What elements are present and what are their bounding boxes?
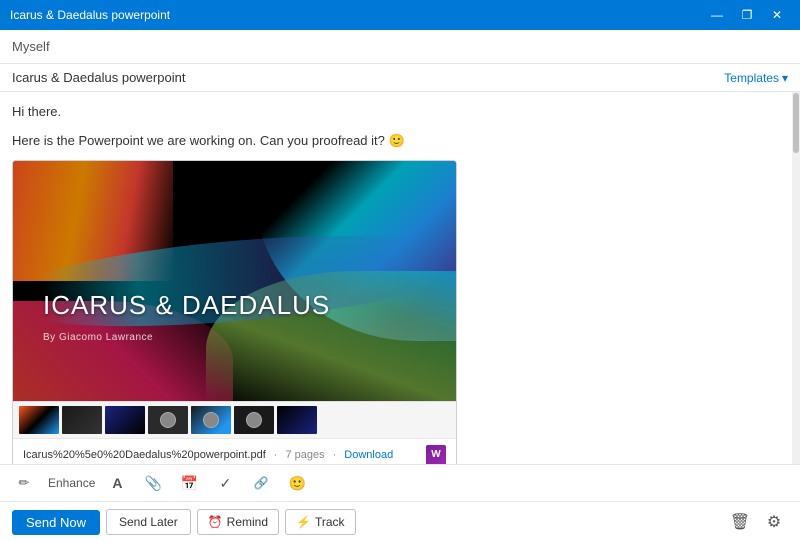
thumbnail-4 — [148, 406, 188, 434]
calendar-icon: 📅 — [181, 475, 198, 492]
delete-button[interactable]: 🗑 — [726, 508, 754, 536]
subject-row: Icarus & Daedalus powerpoint Templates ▾ — [0, 64, 800, 92]
compose-window: Myself Icarus & Daedalus powerpoint Temp… — [0, 30, 800, 542]
person-image-3 — [246, 412, 262, 428]
person-image — [160, 412, 176, 428]
file-name-text: Icarus%20%5e0%20Daedalus%20powerpoint.pd… — [23, 449, 266, 461]
thumbnail-strip — [13, 401, 456, 438]
minimize-button[interactable]: — — [704, 5, 730, 25]
remind-label: Remind — [227, 515, 268, 529]
greeting-text: Hi there. — [12, 102, 788, 123]
lightning-icon: ⚡ — [296, 515, 311, 529]
calendar-button[interactable]: 📅 — [175, 469, 203, 497]
check-icon: ✓ — [220, 475, 232, 492]
brand-logo: W — [426, 445, 446, 464]
templates-button[interactable]: Templates ▾ — [724, 71, 788, 85]
smiley-icon: 🙂 — [289, 475, 306, 492]
thumbnail-1 — [19, 406, 59, 434]
paperclip-icon: 📎 — [145, 475, 162, 492]
thumbnail-7 — [277, 406, 317, 434]
download-link[interactable]: Download — [344, 449, 393, 461]
file-actions: W — [426, 445, 446, 464]
maximize-button[interactable]: ❐ — [734, 5, 760, 25]
message-text: Here is the Powerpoint we are working on… — [12, 131, 788, 152]
thumbnail-5 — [191, 406, 231, 434]
page-count: 7 pages — [285, 449, 324, 461]
scrollbar-thumb[interactable] — [793, 93, 799, 153]
font-icon: A — [112, 475, 122, 491]
close-button[interactable]: ✕ — [764, 5, 790, 25]
person-image-2 — [203, 412, 219, 428]
settings-button[interactable]: ⚙ — [760, 508, 788, 536]
file-info: Icarus%20%5e0%20Daedalus%20powerpoint.pd… — [13, 438, 456, 464]
emoji-button[interactable]: 🙂 — [283, 469, 311, 497]
gear-icon: ⚙ — [767, 512, 781, 532]
clock-icon: ⏰ — [208, 515, 223, 529]
title-bar-controls: — ❐ ✕ — [704, 5, 790, 25]
slide-title: ICARUS & DAEDALUS — [43, 290, 426, 321]
thumbnail-6 — [234, 406, 274, 434]
thumbnail-3 — [105, 406, 145, 434]
trash-icon: 🗑 — [730, 512, 750, 532]
track-button[interactable]: ⚡ Track — [285, 509, 356, 535]
slide-preview: ICARUS & DAEDALUS By Giacomo Lawrance — [13, 161, 456, 401]
enhance-label: Enhance — [48, 476, 95, 490]
slide-subtitle: By Giacomo Lawrance — [43, 332, 153, 343]
track-label: Track — [315, 515, 345, 529]
body-area[interactable]: Hi there. Here is the Powerpoint we are … — [0, 92, 800, 464]
attachment-card: ICARUS & DAEDALUS By Giacomo Lawrance — [12, 160, 457, 464]
font-button[interactable]: A — [103, 469, 131, 497]
remind-button[interactable]: ⏰ Remind — [197, 509, 279, 535]
scrollbar[interactable] — [792, 92, 800, 464]
link-button[interactable]: 🔗 — [247, 469, 275, 497]
to-field-value: Myself — [12, 39, 50, 54]
title-bar: Icarus & Daedalus powerpoint — ❐ ✕ — [0, 0, 800, 30]
enhance-button[interactable]: ✏ — [10, 469, 38, 497]
link-icon: 🔗 — [254, 476, 269, 490]
send-later-button[interactable]: Send Later — [106, 509, 191, 535]
attach-button[interactable]: 📎 — [139, 469, 167, 497]
thumbnail-2 — [62, 406, 102, 434]
window-title: Icarus & Daedalus powerpoint — [10, 8, 170, 22]
action-bar: Send Now Send Later ⏰ Remind ⚡ Track 🗑 ⚙ — [0, 501, 800, 542]
check-button[interactable]: ✓ — [211, 469, 239, 497]
pencil-icon: ✏ — [19, 475, 30, 491]
to-field-row: Myself — [0, 30, 800, 64]
subject-text: Icarus & Daedalus powerpoint — [12, 70, 185, 85]
compose-toolbar: ✏ Enhance A 📎 📅 ✓ 🔗 🙂 — [0, 464, 800, 501]
file-name-area: Icarus%20%5e0%20Daedalus%20powerpoint.pd… — [23, 449, 393, 461]
send-now-button[interactable]: Send Now — [12, 510, 100, 535]
action-bar-right: 🗑 ⚙ — [726, 508, 788, 536]
